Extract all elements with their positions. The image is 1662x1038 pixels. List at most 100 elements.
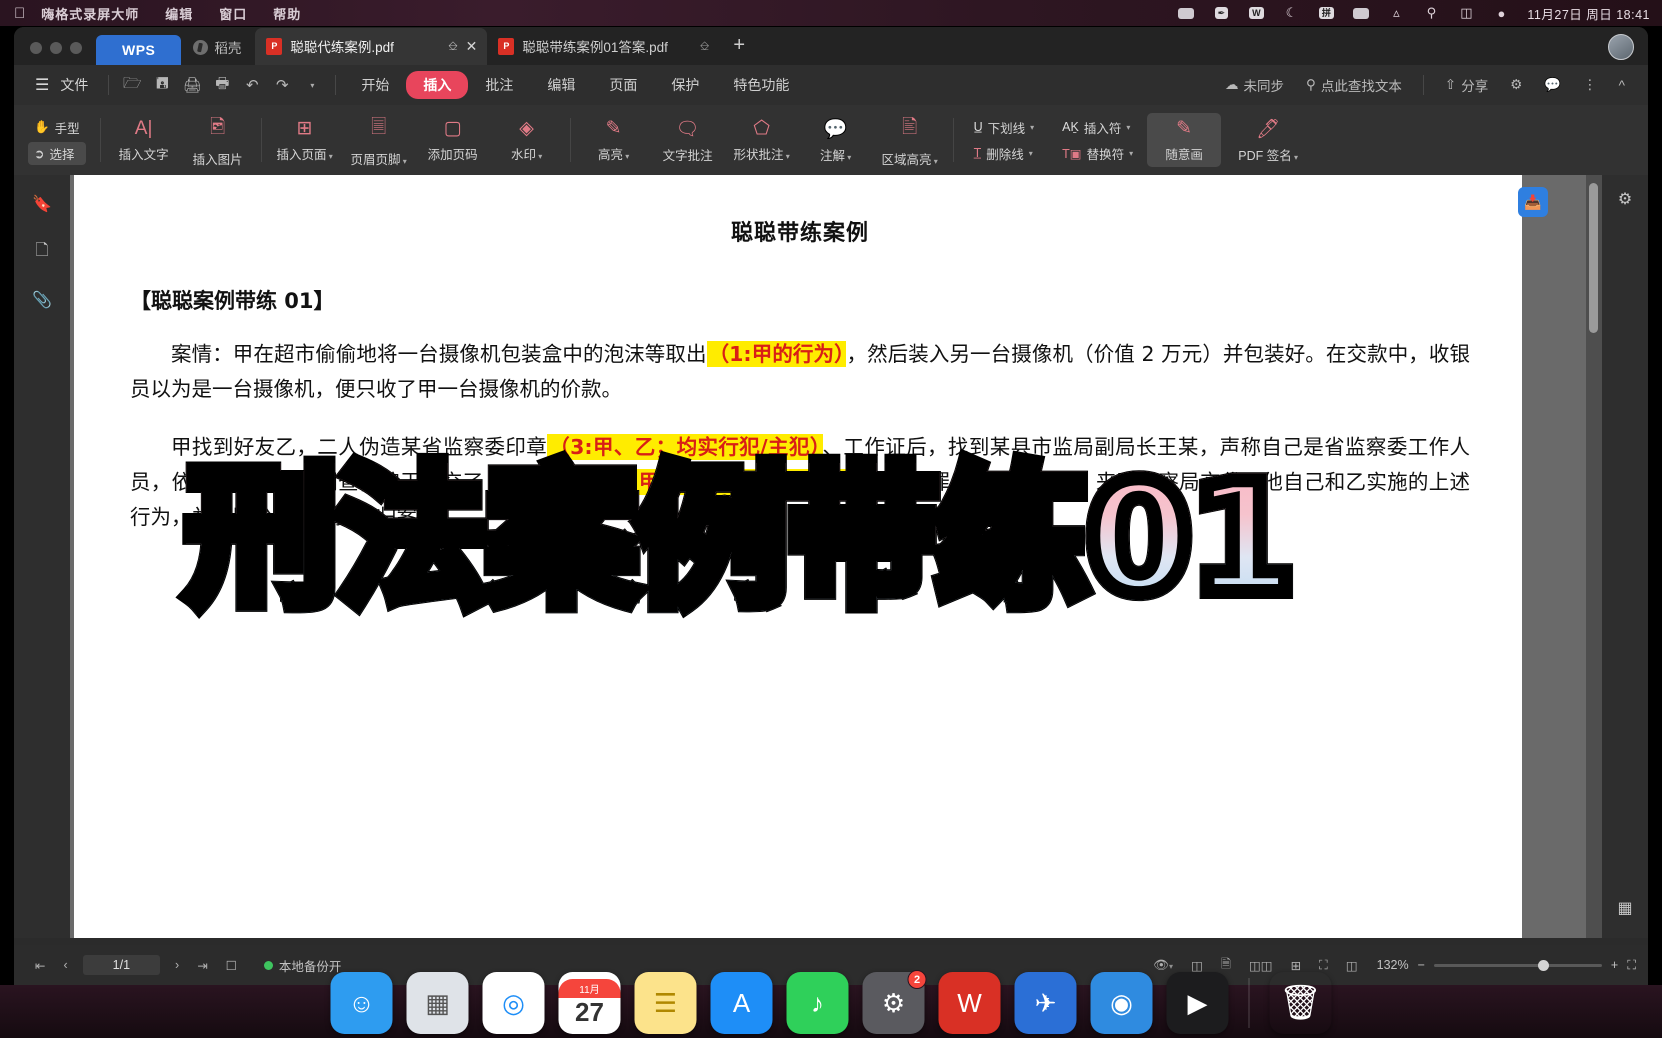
annotation-highlight-1[interactable]: （1:甲的行为）: [707, 341, 847, 367]
tab-document-2[interactable]: P 聪聪带练案例01答案.pdf ⎒: [487, 28, 719, 65]
grid-icon[interactable]: ▦: [1617, 898, 1632, 918]
ribbon-tab-insert[interactable]: 插入: [406, 71, 468, 99]
wps-home-tab[interactable]: WPS: [96, 35, 181, 65]
dock-app-notes[interactable]: ☰: [635, 972, 697, 1034]
moon-icon[interactable]: ☾: [1282, 5, 1300, 21]
fit-width-icon[interactable]: ◫: [1337, 958, 1367, 973]
control-center-icon[interactable]: ◫: [1457, 5, 1475, 21]
search-icon[interactable]: ⚲: [1422, 5, 1440, 21]
tool-area-highlight[interactable]: 🖹 区域高亮 ▾: [873, 109, 947, 172]
ribbon-tab-page[interactable]: 页面: [592, 71, 654, 99]
tool-strikethrough[interactable]: T̲ 删除线 ▾: [968, 142, 1041, 165]
tool-free-draw[interactable]: ✎ 随意画: [1147, 113, 1221, 167]
next-page-icon[interactable]: ›: [166, 958, 188, 972]
dock-app-app-store[interactable]: A: [711, 972, 773, 1034]
zoom-slider[interactable]: [1434, 964, 1602, 967]
undo-icon[interactable]: ↶: [237, 76, 267, 94]
avatar[interactable]: [1608, 34, 1634, 60]
pen-icon[interactable]: ✒: [1212, 5, 1230, 21]
maximize-button[interactable]: [70, 42, 82, 54]
tool-insert-page[interactable]: ⊞ 插入页面 ▾: [268, 113, 342, 167]
fullscreen-icon[interactable]: ⛶: [1627, 958, 1636, 973]
tool-caret-insert[interactable]: AḴ 插入符 ▾: [1056, 116, 1139, 139]
attachment-icon[interactable]: 📎: [29, 287, 55, 313]
tool-insert-image[interactable]: 🖻 插入图片: [181, 109, 255, 172]
tool-replace[interactable]: T▣ 替换符 ▾: [1056, 142, 1139, 165]
single-page-icon[interactable]: ☐: [217, 958, 246, 973]
collapse-ribbon-icon[interactable]: ^: [1610, 78, 1634, 93]
close-button[interactable]: [30, 42, 42, 54]
tab-document-1[interactable]: P 聪聪代练案例.pdf ⎒ ✕: [255, 28, 487, 65]
tool-pdf-signature[interactable]: 🖊 PDF 签名 ▾: [1221, 113, 1315, 168]
tool-insert-text[interactable]: A| 插入文字: [107, 114, 181, 167]
ribbon-tab-features[interactable]: 特色功能: [716, 71, 806, 99]
tool-underline[interactable]: U̲ 下划线 ▾: [968, 116, 1041, 139]
ribbon-tab-comment[interactable]: 批注: [468, 71, 530, 99]
battery-icon[interactable]: [1352, 5, 1370, 21]
first-page-icon[interactable]: ⇤: [26, 958, 54, 973]
settings-panel-icon[interactable]: ⚙: [1618, 189, 1632, 209]
redo-icon[interactable]: ↷: [267, 76, 297, 94]
comment-icon[interactable]: 💬: [1535, 77, 1570, 93]
tool-page-number[interactable]: ▢ 添加页码: [416, 113, 490, 167]
dock-app-meeting[interactable]: ◉: [1091, 972, 1153, 1034]
more-icon[interactable]: ⋮: [1574, 77, 1606, 93]
close-tab-icon[interactable]: ✕: [466, 38, 478, 55]
new-tab-button[interactable]: +: [719, 31, 759, 65]
ribbon-tab-edit[interactable]: 编辑: [530, 71, 592, 99]
dock-app-launchpad[interactable]: ▦: [407, 972, 469, 1034]
wps-icon[interactable]: W: [1247, 5, 1265, 21]
siri-icon[interactable]: ●: [1492, 5, 1510, 21]
dock-app-screen-recorder[interactable]: ✈: [1015, 972, 1077, 1034]
window-controls[interactable]: [24, 42, 96, 65]
dock-app-finder[interactable]: ☺: [331, 972, 393, 1034]
last-page-icon[interactable]: ⇥: [188, 958, 216, 973]
tool-watermark[interactable]: ◈ 水印 ▾: [490, 113, 564, 167]
tool-highlight[interactable]: ✎ 高亮 ▾: [577, 113, 651, 167]
present-icon[interactable]: ⎒: [448, 39, 457, 54]
floating-export-button[interactable]: 📥: [1518, 187, 1548, 217]
ribbon-tab-start[interactable]: 开始: [344, 71, 406, 99]
dock-app-music[interactable]: ♪: [787, 972, 849, 1034]
tool-text-comment[interactable]: 🗨 文字批注: [651, 113, 725, 168]
dock-app-video[interactable]: ▶: [1167, 972, 1229, 1034]
dock-app-wps-office[interactable]: W: [939, 972, 1001, 1034]
ime-icon[interactable]: 拼: [1317, 5, 1335, 21]
scrollbar-thumb[interactable]: [1589, 183, 1598, 333]
wifi-icon[interactable]: ▵: [1387, 5, 1405, 21]
zoom-control[interactable]: 132% − + ⛶: [1377, 958, 1636, 973]
menu-help[interactable]: 帮助: [273, 4, 301, 23]
menu-edit[interactable]: 编辑: [165, 4, 193, 23]
dock-app-trash[interactable]: 🗑: [1270, 972, 1332, 1034]
menu-clock[interactable]: 11月27日 周日 18:41: [1527, 4, 1650, 23]
dock-app-safari[interactable]: ◎: [483, 972, 545, 1034]
zoom-slider-knob[interactable]: [1538, 960, 1549, 971]
ribbon-tab-protect[interactable]: 保护: [654, 71, 716, 99]
menu-app-name[interactable]: 嗨格式录屏大师: [41, 4, 139, 23]
save-icon[interactable]: 🖪: [147, 73, 177, 98]
minimize-button[interactable]: [50, 42, 62, 54]
tool-annotation[interactable]: 💬 注解 ▾: [799, 113, 873, 168]
sync-status[interactable]: ☁ 未同步: [1216, 75, 1293, 95]
print-icon[interactable]: 🖨: [177, 76, 207, 94]
docker-tab[interactable]: 稻壳: [181, 30, 255, 65]
page-indicator[interactable]: 1/1: [83, 955, 160, 975]
bookmark-icon[interactable]: 🔖: [29, 191, 55, 217]
prev-page-icon[interactable]: ‹: [54, 958, 76, 972]
customize-caret-icon[interactable]: ▾: [297, 81, 327, 90]
zoom-out-icon[interactable]: −: [1418, 958, 1425, 972]
hand-tool[interactable]: ✋ 手型: [28, 116, 86, 139]
apple-menu-icon[interactable]: : [14, 5, 25, 22]
open-icon[interactable]: 🗁: [117, 73, 147, 98]
file-menu[interactable]: 文件: [58, 75, 100, 95]
dock-app-calendar[interactable]: 11月 27: [559, 972, 621, 1034]
zoom-level[interactable]: 132%: [1377, 958, 1409, 972]
screen-record-icon[interactable]: [1177, 5, 1195, 21]
tool-header-footer[interactable]: 🗏 页眉页脚 ▾: [342, 109, 416, 172]
print-preview-icon[interactable]: 🖶: [207, 73, 237, 98]
menu-window[interactable]: 窗口: [219, 4, 247, 23]
vertical-scrollbar[interactable]: [1586, 175, 1602, 938]
zoom-in-icon[interactable]: +: [1611, 958, 1618, 972]
search-text-button[interactable]: ⚲ 点此查找文本: [1297, 75, 1411, 95]
gear-icon[interactable]: ⚙: [1501, 77, 1531, 93]
